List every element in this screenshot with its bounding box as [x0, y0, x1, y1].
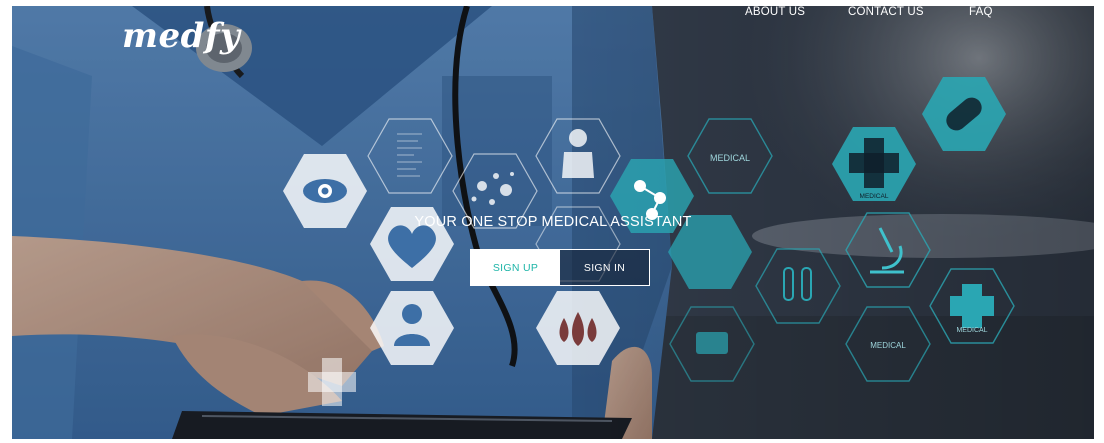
nav-faq-link[interactable]: FAQ: [969, 6, 993, 18]
svg-text:MEDICAL: MEDICAL: [870, 341, 906, 350]
test-tubes-icon: [755, 248, 841, 324]
hero-tagline: YOUR ONE STOP MEDICAL ASSISTANT: [414, 214, 692, 230]
svg-text:MEDICAL: MEDICAL: [860, 193, 889, 200]
medical-cross-icon-small: MEDICAL: [929, 268, 1015, 344]
sign-in-button[interactable]: SIGN IN: [560, 250, 649, 285]
medical-cross-icon: MEDICAL: [832, 127, 916, 201]
medical-label-hex-bottom: MEDICAL: [845, 306, 931, 382]
first-aid-kit-icon: [669, 306, 755, 382]
document-icon: [367, 118, 453, 194]
hero-section: MEDICAL MEDICAL MEDICAL MEDICAL medfy AB…: [12, 6, 1094, 439]
sign-up-button[interactable]: SIGN UP: [471, 250, 560, 285]
blood-drops-icon: [536, 291, 620, 365]
person-icon: [370, 291, 454, 365]
cross-hand-icon: [308, 358, 356, 406]
svg-text:MEDICAL: MEDICAL: [710, 153, 750, 163]
nav-about-us-link[interactable]: ABOUT US: [745, 6, 805, 18]
auth-button-group: SIGN UP SIGN IN: [470, 249, 650, 286]
medical-label-hex: MEDICAL: [687, 118, 773, 194]
top-navbar: medfy ABOUT US CONTACT US FAQ: [12, 6, 1094, 86]
pill-icon: [922, 77, 1006, 151]
svg-text:MEDICAL: MEDICAL: [956, 327, 987, 334]
nav-contact-us-link[interactable]: CONTACT US: [848, 6, 924, 18]
doctor-figure-icon: [535, 118, 621, 194]
brand-logo[interactable]: medfy: [122, 16, 240, 56]
